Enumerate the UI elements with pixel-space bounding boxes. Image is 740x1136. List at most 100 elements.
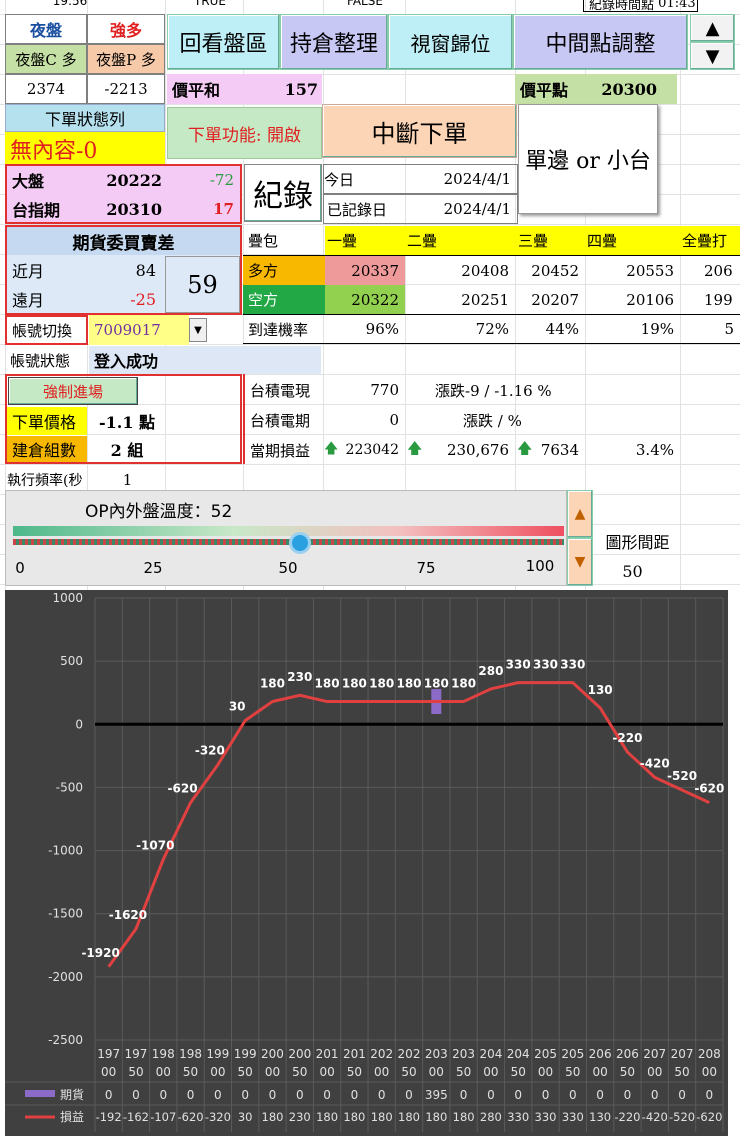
rate-4: 19% xyxy=(640,320,674,338)
x-tick-label: 205 xyxy=(561,1047,584,1061)
tsmc-fut-label: 台積電期 xyxy=(250,411,311,430)
x-tick-label: 206 xyxy=(589,1047,612,1061)
table-cell: 0 xyxy=(596,1088,604,1102)
short-5: 199 xyxy=(704,290,733,309)
x-tick-label: 00 xyxy=(319,1065,334,1079)
pnl-percent: 3.4% xyxy=(635,441,674,459)
force-entry-button[interactable]: 強制進場 xyxy=(8,377,138,405)
scroll-up-button[interactable]: ▲ xyxy=(690,14,735,42)
table-cell: 0 xyxy=(323,1088,331,1102)
x-tick-label: 50 xyxy=(674,1065,689,1079)
tsmc-spot-label: 台積電現 xyxy=(250,381,311,400)
atm-point-row: 價平點 20300 xyxy=(515,74,677,104)
table-cell: 130 xyxy=(589,1110,611,1124)
order-price-value: -1.1 點 xyxy=(98,413,156,432)
spacing-down-button[interactable]: ▼ xyxy=(567,538,593,586)
table-cell: -620 xyxy=(178,1110,204,1124)
gauge-knob[interactable] xyxy=(288,532,311,554)
table-cell: -620 xyxy=(696,1110,722,1124)
pnl-data-label: -1920 xyxy=(81,946,119,960)
short-label: 空方 xyxy=(243,285,325,314)
y-tick-label: 0 xyxy=(75,717,83,731)
window-reset-button[interactable]: 視窗歸位 xyxy=(388,14,513,70)
x-tick-label: 204 xyxy=(507,1047,530,1061)
single-side-button[interactable]: 單邊 or 小台 xyxy=(518,104,658,214)
y-tick-label: -2500 xyxy=(48,1033,83,1047)
x-tick-label: 197 xyxy=(125,1047,148,1061)
table-cell: 180 xyxy=(262,1110,284,1124)
record-button[interactable]: 紀錄 xyxy=(244,164,322,222)
x-tick-label: 200 xyxy=(261,1047,284,1061)
atm-sum-row: 價平和 157 xyxy=(167,74,322,104)
table-cell: 0 xyxy=(241,1088,249,1102)
x-tick-label: 00 xyxy=(647,1065,662,1079)
table-cell: 0 xyxy=(678,1088,686,1102)
x-tick-label: 00 xyxy=(374,1065,389,1079)
position-button[interactable]: 持倉整理 xyxy=(280,14,388,70)
pnl-data-label: -320 xyxy=(195,744,225,758)
x-tick-label: 206 xyxy=(616,1047,639,1061)
y-tick-label: -2000 xyxy=(48,970,83,984)
pnl-3-value: 7634 xyxy=(540,441,579,459)
txf-row: 台指期 20310 xyxy=(7,195,162,223)
x-tick-label: 00 xyxy=(429,1065,444,1079)
table-cell: 180 xyxy=(453,1110,475,1124)
pnl-1: 🡅 223042 xyxy=(320,436,405,464)
gauge-tick-25: 25 xyxy=(143,559,163,577)
layers-header-row: 一疊 二疊 三疊 四疊 全疊打 xyxy=(325,226,740,256)
layers-header-4: 四疊 xyxy=(587,232,618,250)
y-tick-label: 500 xyxy=(60,654,83,668)
x-tick-label: 202 xyxy=(398,1047,421,1061)
recorded-label: 已記錄日 xyxy=(327,200,388,219)
long-2: 20408 xyxy=(461,261,509,280)
far-value: -25 xyxy=(130,289,156,309)
x-tick-label: 204 xyxy=(479,1047,502,1061)
x-tick-label: 50 xyxy=(565,1065,580,1079)
tsmc-fut-value: 0 xyxy=(389,411,399,429)
short-1: 20322 xyxy=(325,285,405,314)
night-c-value: 2374 xyxy=(5,74,87,104)
x-tick-label: 50 xyxy=(620,1065,635,1079)
atm-sum-value: 157 xyxy=(284,79,318,99)
table-cell: 330 xyxy=(535,1110,557,1124)
table-cell: 0 xyxy=(514,1088,522,1102)
pnl-data-label: 330 xyxy=(560,658,585,672)
record-time-cell: 紀錄時間點 01:43 P xyxy=(583,0,698,12)
today-row: 今日 2024/4/1 xyxy=(323,164,518,194)
stop-order-button[interactable]: 中斷下單 xyxy=(322,104,517,158)
spacing-up-button[interactable]: ▲ xyxy=(567,490,593,538)
table-cell: 0 xyxy=(569,1088,577,1102)
chevron-down-icon[interactable]: ▼ xyxy=(189,318,207,342)
near-label: 近月 xyxy=(12,262,45,281)
gauge-gradient-bar xyxy=(13,526,564,536)
x-tick-label: 197 xyxy=(97,1047,120,1061)
y-tick-label: 1000 xyxy=(52,591,83,605)
review-button[interactable]: 回看盤區 xyxy=(167,14,280,70)
x-tick-label: 50 xyxy=(292,1065,307,1079)
x-tick-label: 50 xyxy=(128,1065,143,1079)
long-label: 多方 xyxy=(243,256,325,285)
account-status-label: 帳號狀態 xyxy=(10,351,71,370)
table-cell: -420 xyxy=(642,1110,668,1124)
table-cell: 180 xyxy=(398,1110,420,1124)
y-tick-label: -1000 xyxy=(48,844,83,858)
gauge-title: OP內外盤溫度：52 xyxy=(85,501,233,522)
pnl-data-label: 30 xyxy=(229,699,246,713)
pnl-data-label: 180 xyxy=(342,677,367,691)
pnl-data-label: 330 xyxy=(506,658,531,672)
mid-point-button[interactable]: 中間點調整 xyxy=(513,14,688,70)
gauge-tick-75: 75 xyxy=(416,559,436,577)
table-cell: -192 xyxy=(96,1110,122,1124)
table-cell: 0 xyxy=(187,1088,195,1102)
x-tick-label: 201 xyxy=(316,1047,339,1061)
table-cell: -220 xyxy=(614,1110,640,1124)
account-select[interactable]: 7009017 xyxy=(89,315,189,345)
tsmc-fut-change: 漲跌 / % xyxy=(463,411,522,430)
tsmc-spot-value: 770 xyxy=(370,381,399,399)
order-status-value: 無內容-0 xyxy=(5,132,165,166)
top-flag-true: TRUE xyxy=(193,0,227,8)
scroll-down-button[interactable]: ▼ xyxy=(690,42,735,70)
groups-label: 建倉組數 xyxy=(7,436,87,462)
legend-pnl-label: 損益 xyxy=(60,1109,84,1124)
table-cell: 0 xyxy=(132,1088,140,1102)
